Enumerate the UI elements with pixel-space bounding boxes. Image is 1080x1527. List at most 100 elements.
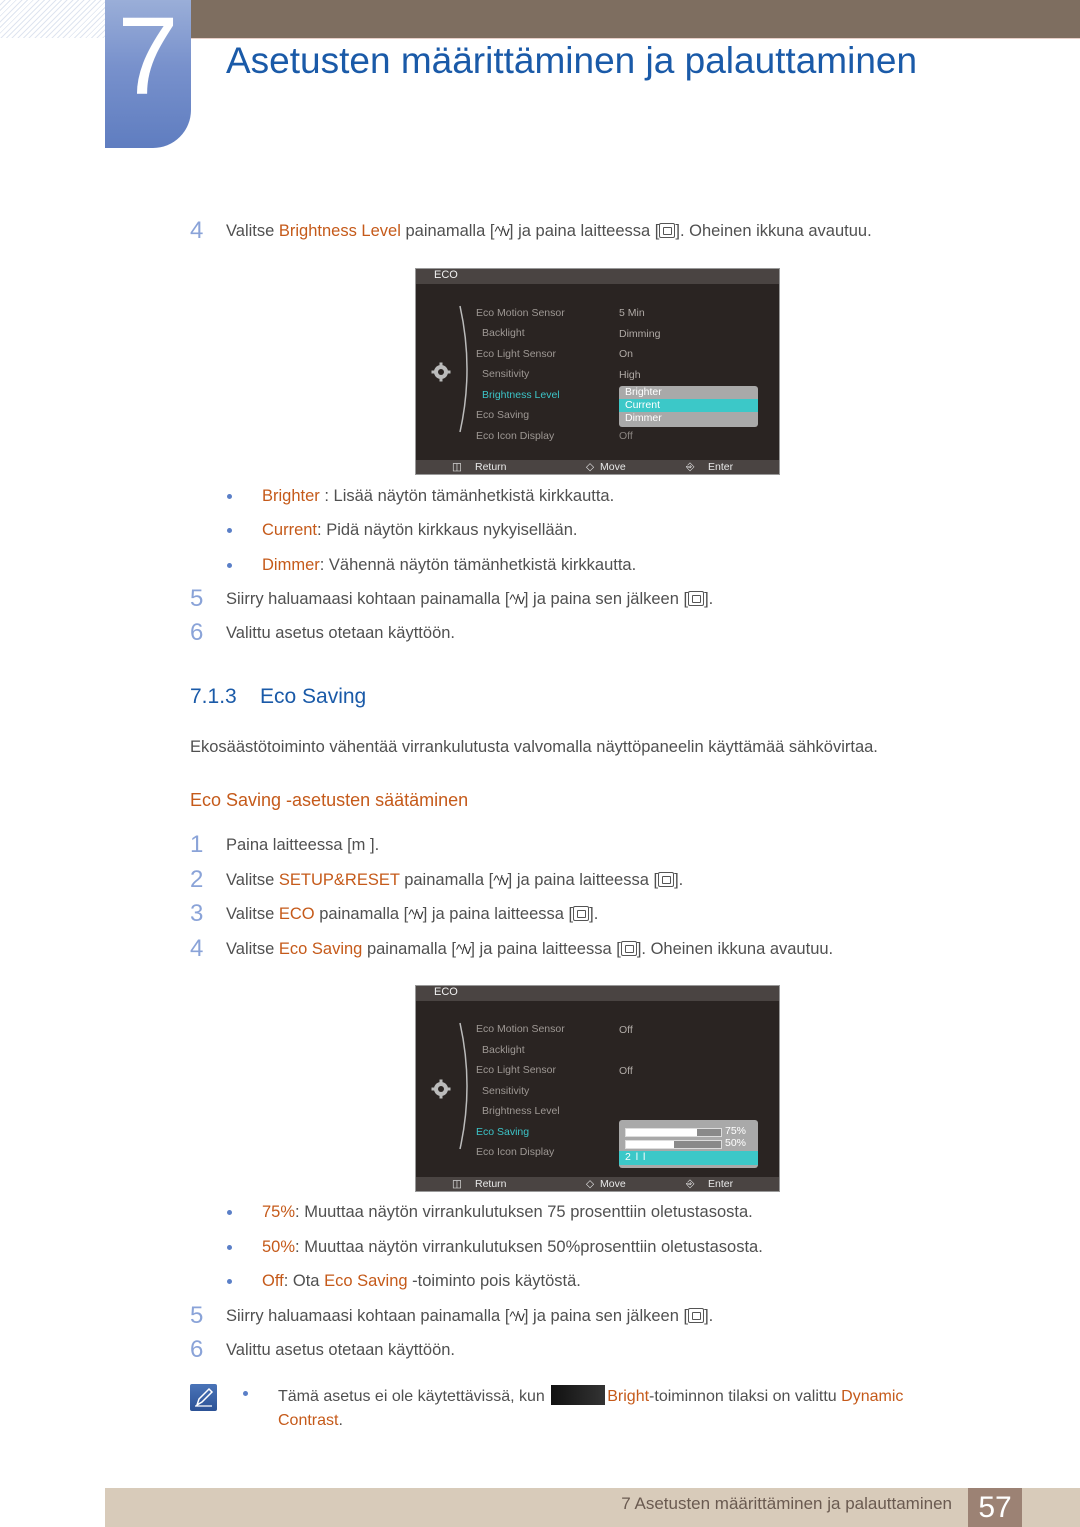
section-title: Eco Saving	[260, 685, 367, 708]
text: -toiminnon tilaksi on valittu	[649, 1388, 842, 1405]
osd-option-dimmer[interactable]: Dimmer	[619, 412, 758, 425]
text: ].	[674, 871, 684, 889]
step-number: 1	[190, 831, 204, 858]
osd-item-eco-motion-sensor[interactable]: Eco Motion Sensor	[476, 1023, 565, 1035]
page-number: 57	[968, 1488, 1022, 1527]
osd-popup-brightness-options: Brighter Current Dimmer	[619, 386, 758, 427]
osd-item-brightness-level[interactable]: Brightness Level	[476, 1105, 560, 1117]
osd-option-current[interactable]: Current	[619, 399, 758, 412]
step-number: 5	[190, 585, 204, 612]
header-bar	[190, 0, 1080, 38]
bullet-dot	[227, 1245, 232, 1250]
enter-key-icon	[573, 906, 590, 921]
desc: : Muuttaa näytön virrankulutuksen 50%pro…	[295, 1238, 763, 1256]
power-bar-fill	[626, 1141, 674, 1148]
highlight-brightness-level: Brightness Level	[278, 222, 401, 240]
osd-enter-label[interactable]: Enter	[708, 1178, 733, 1190]
text: ].	[589, 905, 599, 923]
osd-footer: ◫ Return ◇ Move ⎆ Enter	[416, 460, 779, 474]
osd-item-eco-icon-display[interactable]: Eco Icon Display	[476, 1146, 554, 1158]
term: 75%	[262, 1203, 296, 1221]
option-label: 75%	[725, 1125, 747, 1137]
osd-item-eco-saving[interactable]: Eco Saving	[476, 409, 529, 421]
osd-option-brighter[interactable]: Brighter	[619, 386, 758, 399]
power-bar-fill	[626, 1129, 698, 1136]
osd-title: ECO	[434, 986, 458, 998]
power-bar-track	[625, 1140, 722, 1149]
menu-arc-decoration	[459, 1022, 468, 1150]
osd-return-label[interactable]: Return	[475, 461, 507, 473]
text: Valitse	[226, 222, 279, 240]
osd-item-eco-light-sensor[interactable]: Eco Light Sensor	[476, 1064, 556, 1076]
osd-move-label[interactable]: Move	[600, 1178, 626, 1190]
desc: : Pidä näytön kirkkaus nykyisellään.	[317, 521, 578, 539]
menu-icon: ◫	[452, 1178, 462, 1190]
osd-item-eco-light-sensor[interactable]: Eco Light Sensor	[476, 348, 556, 360]
up-down-key-icon: ^/v	[509, 591, 525, 607]
osd-item-backlight[interactable]: Backlight	[476, 1044, 525, 1056]
highlight-dynamic: Dynamic	[841, 1388, 904, 1405]
bullet-dot	[227, 563, 232, 568]
osd-item-eco-saving[interactable]: Eco Saving	[476, 1126, 529, 1138]
note-pencil-icon	[190, 1384, 217, 1411]
osd-title: ECO	[434, 269, 458, 281]
bullet-dot	[227, 528, 232, 533]
section-number: 7.1.3	[190, 685, 237, 708]
text: .	[338, 1412, 343, 1429]
gear-icon	[431, 362, 451, 382]
osd-header: ECO	[416, 269, 779, 284]
subheading: Eco Saving -asetusten säätäminen	[190, 790, 469, 810]
step-number: 6	[190, 619, 204, 646]
osd-item-eco-icon-display[interactable]: Eco Icon Display	[476, 430, 554, 442]
enter-icon: ⎆	[686, 1178, 695, 1190]
menu-arc-decoration	[459, 305, 468, 433]
osd-value-eco-light-sensor: On	[619, 348, 634, 360]
osd-eco-menu-brightness: ECO Eco Motion Sensor Backlight Eco Ligh…	[415, 268, 780, 475]
chapter-number: 7	[117, 0, 179, 118]
osd-value-eco-motion-sensor: 5 Min	[619, 307, 645, 319]
text: Tämä asetus ei ole käytettävissä, kun	[278, 1388, 550, 1405]
text: Siirry haluamaasi kohtaan painamalla [	[226, 1307, 510, 1325]
bullet-dot	[227, 1279, 232, 1284]
section-heading: 7.1.3 Eco Saving	[190, 685, 366, 709]
enter-icon: ⎆	[686, 461, 695, 473]
osd-option-50[interactable]: 50%	[619, 1137, 758, 1150]
text: ] ja paina sen jälkeen [	[523, 1307, 689, 1325]
osd-value-sensitivity: High	[619, 369, 641, 381]
osd-option-off[interactable]: 2 l l	[619, 1151, 758, 1165]
osd-item-brightness-level[interactable]: Brightness Level	[476, 389, 560, 401]
osd-value-eco-light-sensor: Off	[619, 1065, 633, 1077]
osd-item-sensitivity[interactable]: Sensitivity	[476, 1085, 529, 1097]
step-number: 5	[190, 1302, 204, 1329]
redacted-logo	[551, 1385, 606, 1405]
osd-value-eco-motion-sensor: Off	[619, 1024, 633, 1036]
highlight-setup-reset: SETUP&RESET	[278, 871, 400, 889]
desc: : Vähennä näytön tämänhetkistä kirkkautt…	[319, 556, 637, 574]
highlight-contrast: Contrast	[278, 1412, 339, 1429]
osd-item-backlight[interactable]: Backlight	[476, 327, 525, 339]
text: ] ja paina laitteessa [	[508, 222, 660, 240]
text: Valittu asetus otetaan käyttöön.	[226, 1341, 456, 1359]
section-description: Ekosäästötoiminto vähentää virrankulutus…	[190, 738, 878, 756]
osd-item-sensitivity[interactable]: Sensitivity	[476, 368, 529, 380]
osd-footer: ◫ Return ◇ Move ⎆ Enter	[416, 1177, 779, 1191]
bullet-dot	[243, 1391, 248, 1396]
osd-item-eco-motion-sensor[interactable]: Eco Motion Sensor	[476, 307, 565, 319]
chapter-title: Asetusten määrittäminen ja palauttaminen	[226, 40, 918, 81]
enter-key-icon	[688, 1308, 705, 1323]
osd-enter-label[interactable]: Enter	[708, 461, 733, 473]
footer-chapter-title: 7 Asetusten määrittäminen ja palauttamin…	[621, 1494, 952, 1513]
header-divider	[190, 38, 1080, 39]
desc: : Lisää näytön tämänhetkistä kirkkautta.	[319, 487, 615, 505]
term: 50%	[262, 1238, 296, 1256]
term: Brighter	[262, 487, 320, 505]
power-bar-track	[625, 1128, 722, 1137]
osd-return-label[interactable]: Return	[475, 1178, 507, 1190]
text: Valittu asetus otetaan käyttöön.	[226, 624, 456, 642]
osd-popup-eco-saving-options: 75% 50% 2 l l	[619, 1120, 758, 1168]
text: ].	[704, 590, 714, 608]
move-icon: ◇	[586, 461, 595, 473]
osd-move-label[interactable]: Move	[600, 461, 626, 473]
enter-key-icon	[620, 941, 637, 956]
osd-eco-menu-eco-saving: ECO Eco Motion Sensor Backlight Eco Ligh…	[415, 985, 780, 1192]
